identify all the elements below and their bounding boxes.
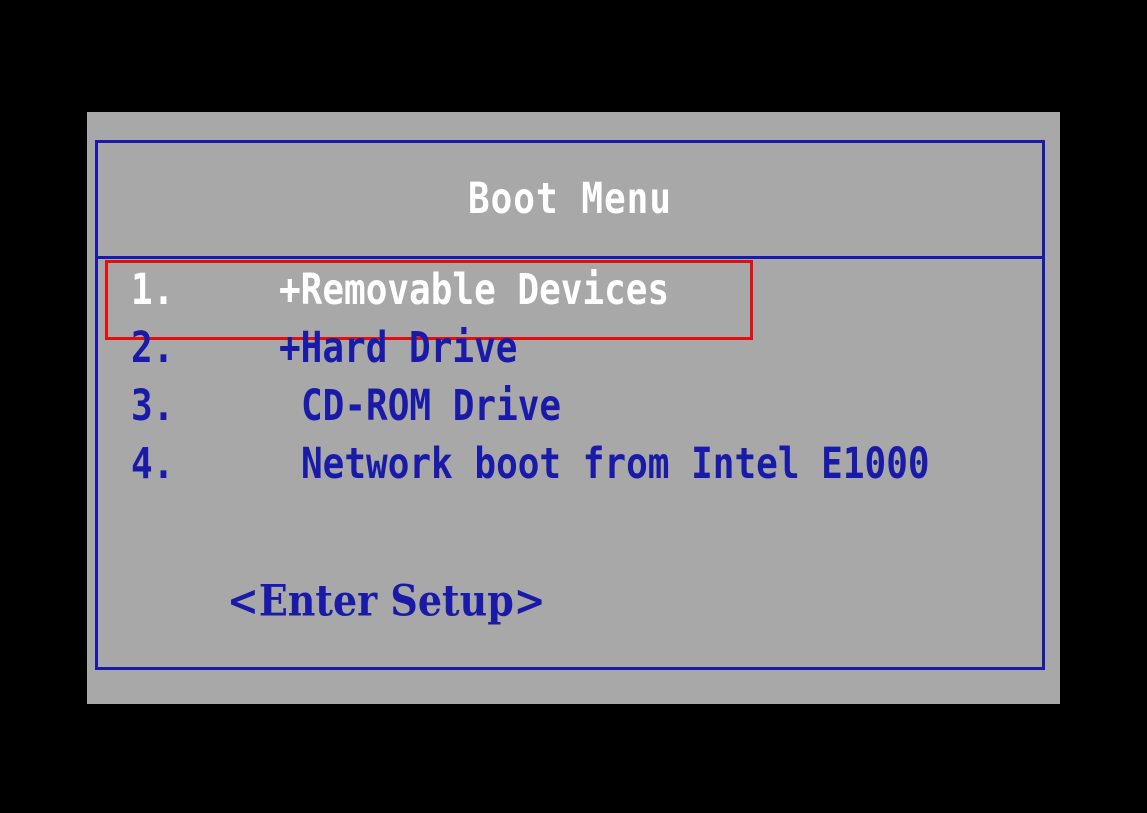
boot-option-label: Network boot from Intel E1000 <box>301 440 930 489</box>
boot-option-removable-devices[interactable]: 1. +Removable Devices <box>119 262 999 320</box>
boot-option-network-boot[interactable]: 4. Network boot from Intel E1000 <box>119 436 999 494</box>
boot-option-hard-drive[interactable]: 2. +Hard Drive <box>119 320 999 378</box>
enter-setup-option[interactable]: <Enter Setup> <box>227 575 546 625</box>
boot-menu-title-bar: Boot Menu <box>98 143 1042 259</box>
boot-menu-panel: Boot Menu 1. +Removable Devices 2. +Hard… <box>87 112 1060 704</box>
boot-menu-title: Boot Menu <box>467 175 673 224</box>
boot-option-number: 4. <box>131 440 175 489</box>
boot-option-cd-rom-drive[interactable]: 3. CD-ROM Drive <box>119 378 999 436</box>
